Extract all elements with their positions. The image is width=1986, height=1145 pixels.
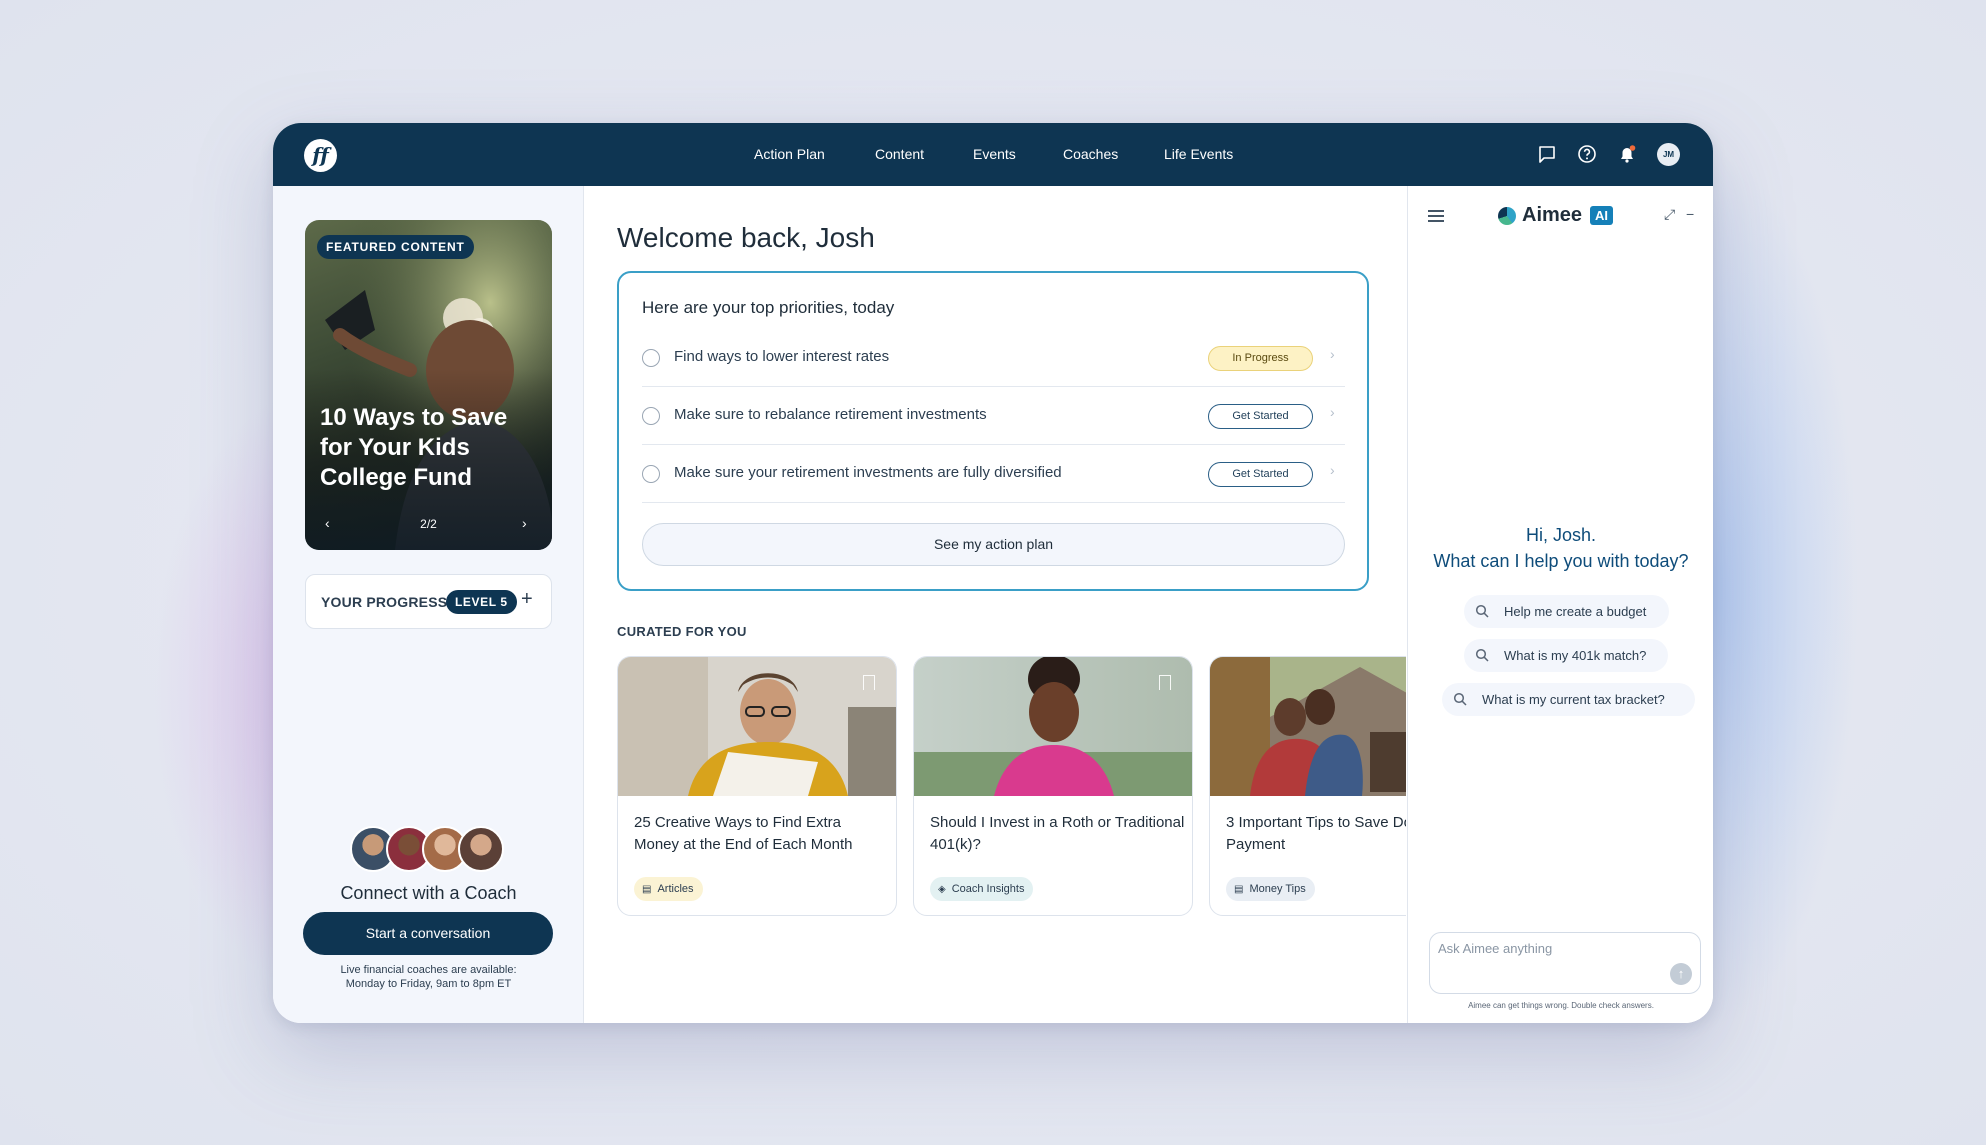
priority-item[interactable]: Find ways to lower interest rates In Pro… [642, 329, 1345, 387]
left-sidebar: FEATURED CONTENT 10 Ways to Save for You… [273, 186, 584, 1023]
card-title: 25 Creative Ways to Find Extra Money at … [634, 814, 853, 853]
featured-content-card[interactable]: FEATURED CONTENT 10 Ways to Save for You… [305, 220, 552, 550]
progress-label: YOUR PROGRESS [321, 594, 448, 610]
priority-radio[interactable] [642, 465, 660, 483]
status-badge[interactable]: Get Started [1208, 462, 1313, 487]
priority-text: Make sure to rebalance retirement invest… [674, 406, 987, 423]
card-title: Should I Invest in a Roth or Traditional… [930, 814, 1185, 853]
coach-availability-note: Live financial coaches are available: Mo… [273, 963, 584, 991]
priority-item[interactable]: Make sure your retirement investments ar… [642, 445, 1345, 503]
main-content: Welcome back, Josh Here are your top pri… [585, 186, 1406, 1023]
card-image [914, 657, 1192, 796]
priorities-title: Here are your top priorities, today [642, 298, 895, 317]
priority-text: Make sure your retirement investments ar… [674, 464, 1062, 481]
suggestion-text: What is my current tax bracket? [1482, 692, 1665, 707]
chevron-right-icon[interactable]: › [1330, 404, 1335, 420]
coach-heading: Connect with a Coach [340, 883, 517, 903]
chat-icon[interactable] [1536, 143, 1558, 165]
start-conversation-button[interactable]: Start a conversation [303, 912, 553, 955]
chevron-right-icon[interactable]: › [1330, 462, 1335, 478]
suggestion-chip[interactable]: What is my current tax bracket? [1442, 683, 1695, 716]
bell-icon[interactable] [1616, 143, 1638, 165]
coach-note-line: Monday to Friday, 9am to 8pm ET [345, 978, 512, 990]
priorities-card: Here are your top priorities, today Find… [617, 271, 1369, 591]
bookmark-icon[interactable] [1159, 675, 1171, 690]
search-icon [1453, 692, 1467, 706]
carousel-page-indicator: 2/2 [420, 517, 437, 531]
article-icon: ▤ [1234, 884, 1244, 895]
nav-life-events[interactable]: Life Events [1164, 123, 1233, 186]
level-badge: LEVEL 5 [446, 590, 517, 614]
search-icon [1475, 604, 1489, 618]
carousel-next-icon[interactable]: › [522, 515, 527, 531]
suggestion-chip[interactable]: Help me create a budget [1464, 595, 1669, 628]
priority-item[interactable]: Make sure to rebalance retirement invest… [642, 387, 1345, 445]
suggestion-text: Help me create a budget [1504, 604, 1647, 619]
card-title: 3 Important Tips to Save Down Payment [1226, 814, 1406, 853]
featured-photo [305, 220, 552, 550]
nav-coaches[interactable]: Coaches [1063, 123, 1118, 186]
progress-card[interactable]: YOUR PROGRESS LEVEL 5 + [305, 574, 552, 629]
featured-badge: FEATURED CONTENT [317, 235, 474, 259]
coach-avatars [350, 826, 510, 874]
top-navigation-bar: ff Action Plan Content Events Coaches Li… [273, 123, 1713, 186]
content-tag: ◈ Coach Insights [930, 877, 1034, 901]
ask-placeholder: Ask Aimee anything [1438, 941, 1553, 956]
status-badge[interactable]: In Progress [1208, 346, 1313, 371]
assistant-name: Aimee [1522, 204, 1583, 226]
minimize-icon[interactable]: − [1686, 206, 1694, 222]
curated-heading: CURATED FOR YOU [617, 624, 747, 639]
send-arrow-icon[interactable]: ↑ [1670, 963, 1692, 985]
nav-events[interactable]: Events [973, 123, 1016, 186]
user-avatar[interactable]: JM [1657, 143, 1680, 166]
tag-label: Coach Insights [951, 883, 1025, 895]
ai-badge: AI [1590, 206, 1613, 225]
suggestion-chip[interactable]: What is my 401k match? [1464, 639, 1668, 672]
content-card[interactable]: 3 Important Tips to Save Down Payment ▤ M… [1209, 656, 1406, 916]
tag-label: Articles [657, 883, 694, 895]
greeting-line: What can I help you with today? [1433, 551, 1689, 571]
coach-note-line: Live financial coaches are available: [340, 964, 517, 976]
expand-plus-icon[interactable]: + [521, 588, 533, 611]
greeting-line: Hi, Josh. [1525, 525, 1597, 545]
coach-avatar [458, 826, 504, 872]
content-card[interactable]: 25 Creative Ways to Find Extra Money at … [617, 656, 897, 916]
expand-icon[interactable]: ⤢ [1664, 206, 1675, 223]
article-icon: ▤ [642, 884, 652, 895]
search-icon [1475, 648, 1489, 662]
chevron-right-icon[interactable]: › [1330, 346, 1335, 362]
featured-title[interactable]: 10 Ways to Save for Your Kids College Fu… [320, 403, 545, 493]
page-title: Welcome back, Josh [617, 222, 875, 253]
ai-greeting: Hi, Josh. What can I help you with today… [1408, 522, 1713, 574]
suggestion-text: What is my 401k match? [1504, 648, 1647, 663]
nav-content[interactable]: Content [875, 123, 924, 186]
help-icon[interactable] [1576, 143, 1598, 165]
ai-assistant-panel: Aimee AI ⤢ − Hi, Josh. What can I help y… [1407, 186, 1713, 1023]
ai-disclaimer: Aimee can get things wrong. Double check… [1468, 1001, 1654, 1010]
status-badge[interactable]: Get Started [1208, 404, 1313, 429]
nav-action-plan[interactable]: Action Plan [754, 123, 825, 186]
priority-text: Find ways to lower interest rates [674, 348, 890, 365]
aimee-logo-icon [1498, 207, 1516, 225]
card-image [1210, 657, 1406, 796]
priority-radio[interactable] [642, 407, 660, 425]
brand-logo-icon[interactable]: ff [304, 139, 337, 172]
content-tag: ▤ Articles [634, 877, 703, 901]
ask-input[interactable]: Ask Aimee anything ↑ [1429, 932, 1701, 994]
bookmark-icon[interactable] [863, 675, 875, 690]
content-tag: ▤ Money Tips [1226, 877, 1315, 901]
tag-label: Money Tips [1249, 883, 1306, 895]
card-image [618, 657, 896, 796]
content-card[interactable]: Should I Invest in a Roth or Traditional… [913, 656, 1193, 916]
priority-radio[interactable] [642, 349, 660, 367]
lightbulb-icon: ◈ [938, 884, 946, 895]
app-window: ff Action Plan Content Events Coaches Li… [273, 123, 1713, 1023]
see-action-plan-button[interactable]: See my action plan [642, 523, 1345, 566]
menu-icon[interactable] [1428, 210, 1444, 222]
